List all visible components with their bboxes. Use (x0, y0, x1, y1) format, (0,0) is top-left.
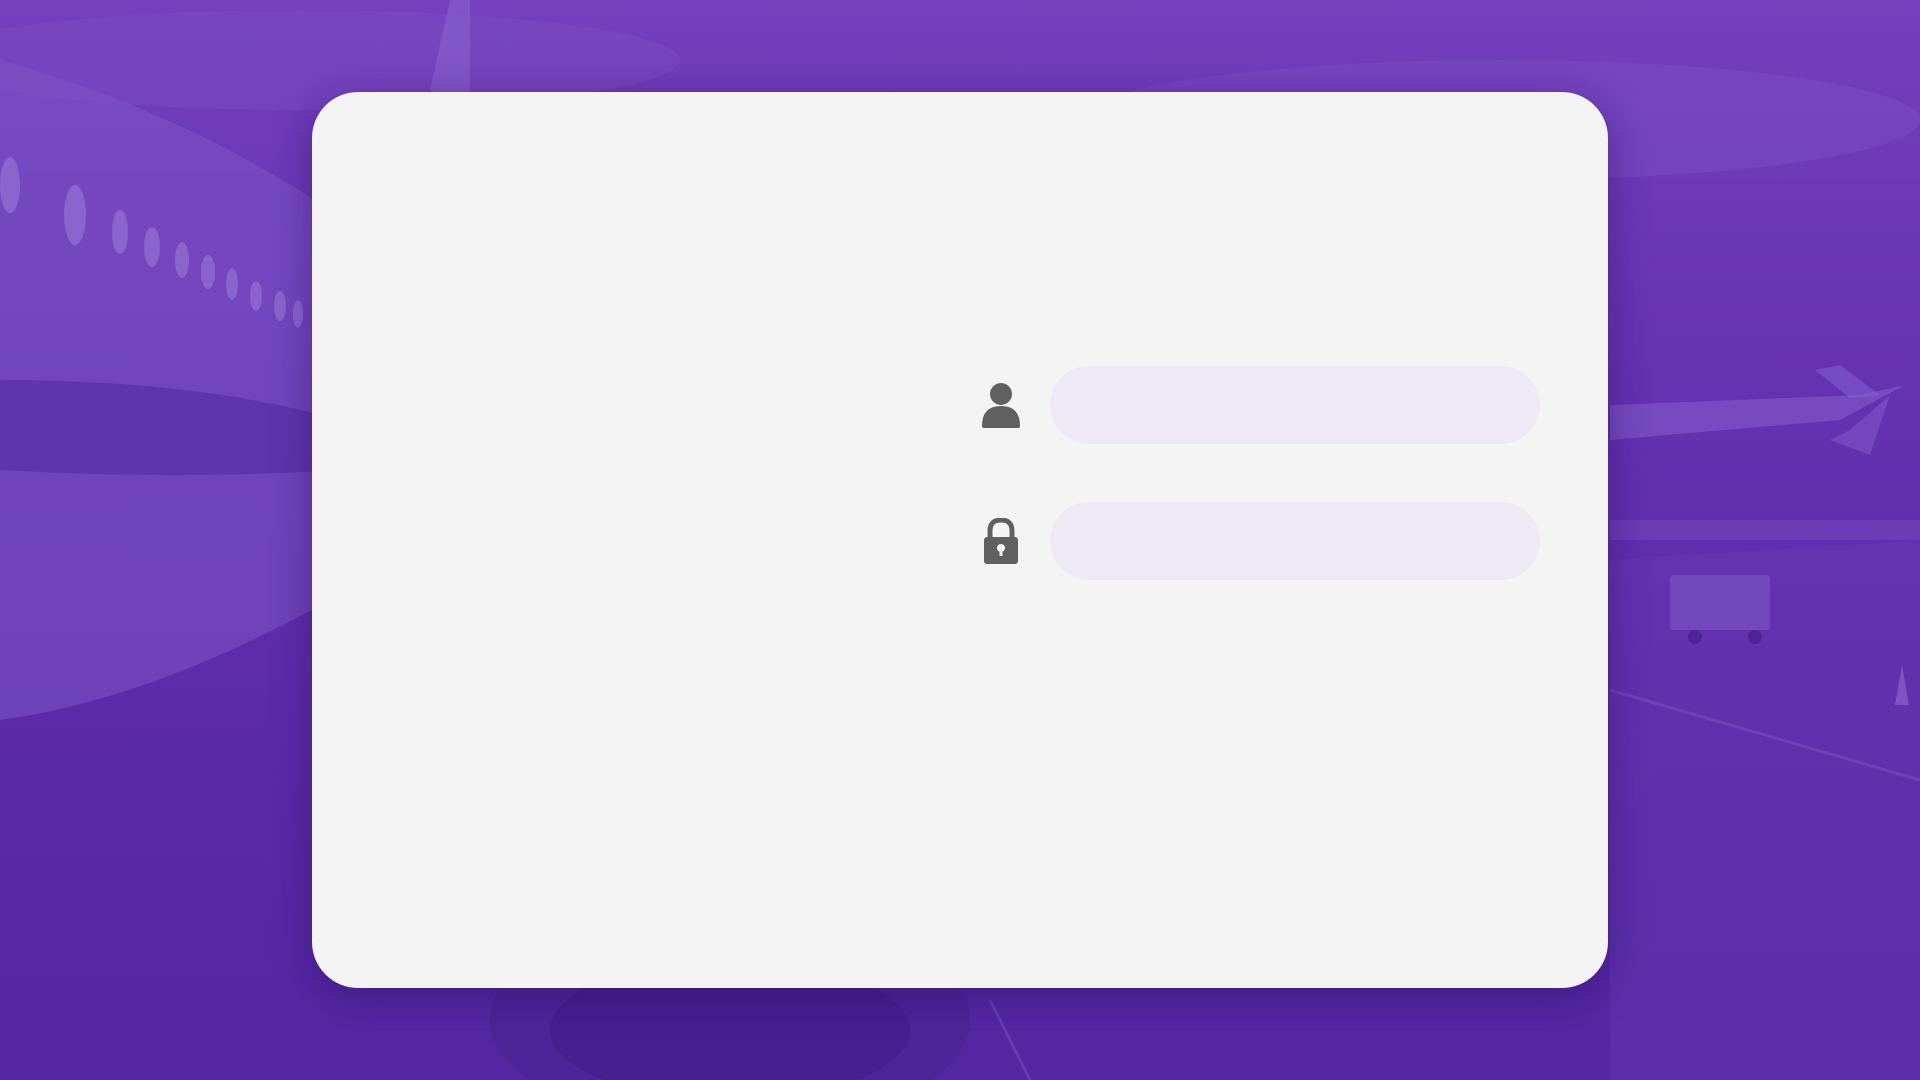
lock-icon (980, 517, 1022, 564)
login-card (312, 92, 1608, 988)
username-input[interactable] (1050, 366, 1540, 444)
password-row (980, 502, 1540, 580)
user-icon (980, 382, 1022, 428)
username-row (980, 366, 1540, 444)
password-input[interactable] (1050, 502, 1540, 580)
